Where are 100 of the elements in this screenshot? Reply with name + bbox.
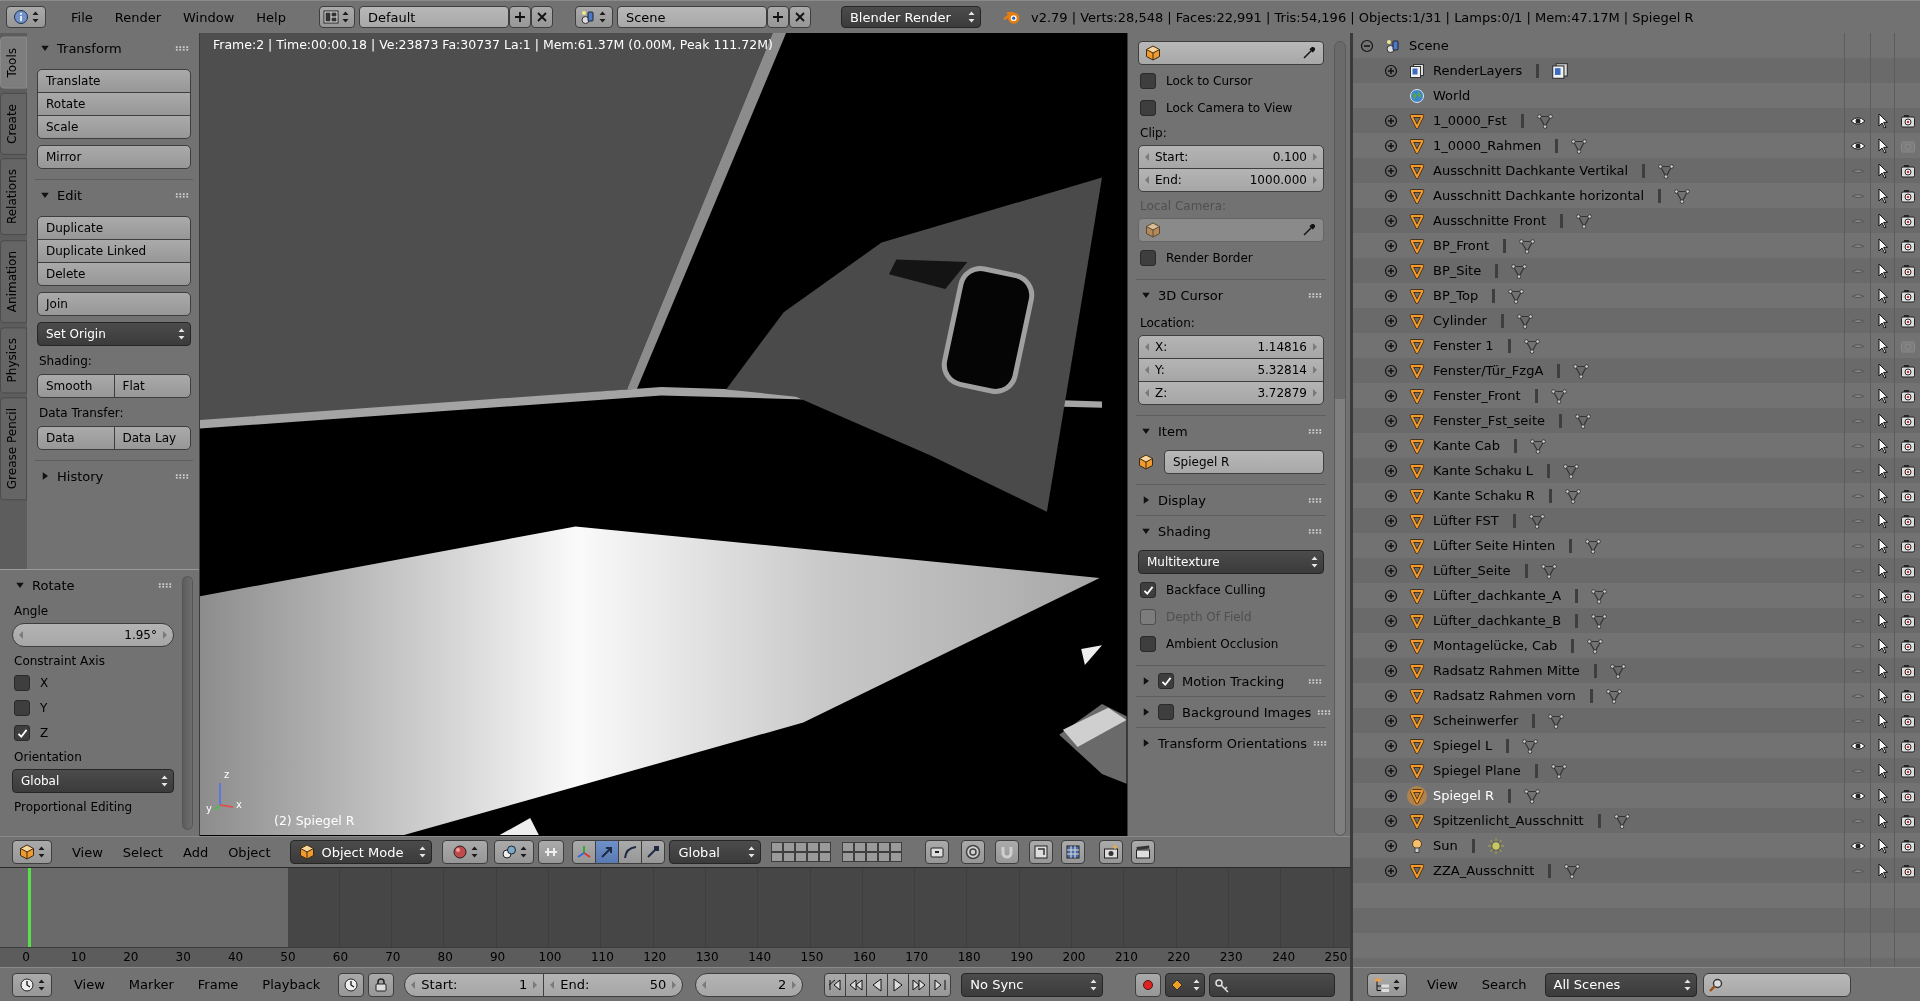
expand-toggle-icon[interactable] — [1383, 662, 1399, 679]
panel-title[interactable]: Item — [1158, 423, 1188, 439]
camera-icon[interactable] — [1899, 287, 1916, 304]
tool-button[interactable]: Duplicate Linked — [37, 239, 191, 263]
layer-buttons[interactable] — [771, 841, 833, 863]
panel-title[interactable]: Rotate — [32, 577, 75, 593]
menu-button[interactable]: View — [62, 844, 113, 860]
tool-button[interactable]: Flat — [113, 374, 191, 398]
outliner-item[interactable]: Lüfter_dachkante_A — [1433, 588, 1562, 603]
outliner-item[interactable]: ZZA_Ausschnitt — [1433, 863, 1535, 878]
scrollbar[interactable] — [1334, 41, 1346, 836]
camera-icon[interactable] — [1899, 412, 1916, 429]
editor-type-button[interactable] — [6, 6, 46, 28]
outliner-item[interactable]: 1_0000_Fst — [1433, 113, 1507, 128]
panel-title[interactable]: Transform — [57, 40, 122, 56]
toggle-button[interactable] — [338, 972, 365, 997]
tool-button[interactable]: Translate — [37, 69, 191, 93]
record-button[interactable] — [1135, 972, 1162, 997]
orientation-dropdown[interactable]: Global — [669, 840, 762, 864]
current-frame-field[interactable]: 2 — [695, 972, 804, 997]
camera-icon[interactable] — [1899, 687, 1916, 704]
checkbox[interactable] — [1158, 673, 1174, 689]
outliner-item[interactable]: 1_0000_Rahmen — [1433, 138, 1542, 153]
manipulator-button[interactable] — [572, 840, 597, 864]
outliner-item[interactable]: Scheinwerfer — [1433, 713, 1519, 728]
close-button[interactable] — [788, 6, 811, 28]
outliner-item[interactable]: Lüfter_Seite — [1433, 563, 1511, 578]
outliner-item[interactable]: Fenster_Fst_seite — [1433, 413, 1546, 428]
panel-title[interactable]: 3D Cursor — [1158, 287, 1224, 303]
number-field[interactable]: 1.95° — [12, 623, 174, 647]
camera-icon[interactable] — [1899, 462, 1916, 479]
panel-title[interactable]: History — [57, 468, 104, 484]
outliner-item[interactable]: Scene — [1409, 38, 1449, 53]
menu-button[interactable]: Help — [245, 9, 297, 25]
tool-button[interactable]: Duplicate — [37, 216, 191, 240]
camera-icon[interactable] — [1899, 862, 1916, 879]
camera-icon[interactable] — [1899, 587, 1916, 604]
toolbar-button[interactable] — [925, 840, 950, 864]
camera-icon[interactable] — [1899, 187, 1916, 204]
scrollbar[interactable] — [182, 576, 193, 830]
checkbox[interactable] — [14, 700, 30, 716]
scene-selector-button[interactable] — [574, 6, 613, 28]
expand-toggle-icon[interactable] — [1383, 687, 1399, 704]
camera-icon[interactable] — [1899, 237, 1916, 254]
sidebar-tab[interactable]: Grease Pencil — [0, 397, 27, 501]
tool-button[interactable]: Join — [37, 292, 191, 316]
manipulator-button[interactable] — [618, 840, 643, 864]
menu-button[interactable]: Marker — [116, 977, 186, 992]
expand-toggle-icon[interactable] — [1383, 62, 1399, 79]
camera-icon[interactable] — [1899, 362, 1916, 379]
expand-toggle-icon[interactable] — [1383, 562, 1399, 579]
outliner-item[interactable]: Fenster/Tür_FzgA — [1433, 363, 1544, 378]
outliner-item[interactable]: Lüfter FST — [1433, 513, 1499, 528]
toolbar-button[interactable] — [961, 840, 986, 864]
expand-toggle-icon[interactable] — [1383, 812, 1399, 829]
camera-icon[interactable] — [1899, 562, 1916, 579]
toggle-button[interactable] — [538, 840, 565, 864]
editor-type-button[interactable] — [1367, 972, 1407, 997]
expand-toggle-icon[interactable] — [1359, 37, 1375, 54]
expand-toggle-icon[interactable] — [1383, 137, 1399, 154]
expand-toggle-icon[interactable] — [1383, 637, 1399, 654]
camera-icon[interactable] — [1899, 737, 1916, 754]
checkbox[interactable] — [1158, 704, 1174, 720]
add-button[interactable] — [766, 6, 789, 28]
expand-toggle-icon[interactable] — [1383, 712, 1399, 729]
screen-layout-field[interactable]: Default — [358, 6, 509, 28]
scene-field[interactable]: Scene — [616, 6, 767, 28]
number-field[interactable]: X: 1.14816 — [1138, 335, 1324, 359]
close-button[interactable] — [530, 6, 553, 28]
camera-icon[interactable] — [1899, 812, 1916, 829]
expand-toggle-icon[interactable] — [1383, 412, 1399, 429]
sidebar-tab[interactable]: Animation — [0, 239, 27, 323]
expand-toggle-icon[interactable] — [1383, 237, 1399, 254]
outliner-item[interactable]: Lüfter Seite Hinten — [1433, 538, 1556, 553]
outliner-item[interactable]: Kante Schaku R — [1433, 488, 1535, 503]
name-field[interactable]: Spiegel R — [1164, 450, 1324, 474]
camera-icon[interactable] — [1899, 387, 1916, 404]
number-field[interactable]: Y: 5.32814 — [1138, 358, 1324, 382]
outliner-item[interactable]: Cylinder — [1433, 313, 1487, 328]
add-button[interactable] — [508, 6, 531, 28]
expand-toggle-icon[interactable] — [1383, 287, 1399, 304]
dropdown[interactable]: Global — [12, 769, 174, 793]
outliner-item[interactable]: Ausschnitt Dachkante Vertikal — [1433, 163, 1629, 178]
playback-button[interactable] — [887, 972, 910, 997]
expand-toggle-icon[interactable] — [1383, 587, 1399, 604]
expand-toggle-icon[interactable] — [1383, 512, 1399, 529]
checkbox[interactable] — [14, 725, 30, 741]
expand-toggle-icon[interactable] — [1383, 762, 1399, 779]
editor-type-button[interactable] — [12, 972, 52, 997]
expand-toggle-icon[interactable] — [1383, 437, 1399, 454]
playback-button[interactable] — [845, 972, 868, 997]
outliner-item[interactable]: Fenster 1 — [1433, 338, 1494, 353]
number-field[interactable]: Start: 0.100 — [1138, 145, 1324, 169]
outliner-item[interactable]: RenderLayers — [1433, 63, 1523, 78]
camera-icon[interactable] — [1899, 787, 1916, 804]
outliner-item[interactable]: Radsatz Rahmen vorn — [1433, 688, 1576, 703]
camera-icon[interactable] — [1899, 312, 1916, 329]
menu-button[interactable]: Search — [1469, 977, 1539, 992]
menu-button[interactable]: Playback — [250, 977, 333, 992]
expand-toggle-icon[interactable] — [1383, 337, 1399, 354]
